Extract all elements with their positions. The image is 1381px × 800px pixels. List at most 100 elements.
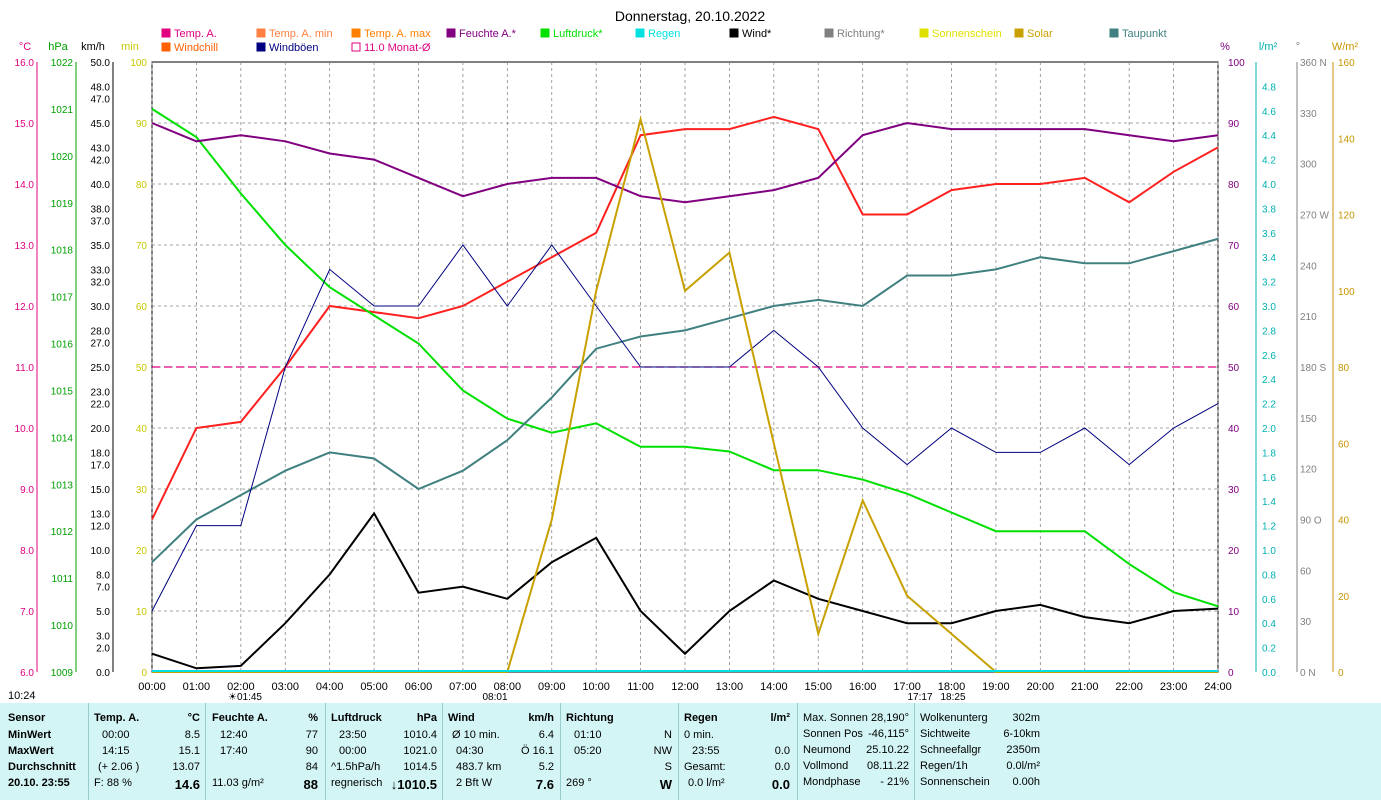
hum-now-label: 11.03 g/m² — [212, 777, 264, 789]
wind-r1-label: Ø 10 min. — [452, 729, 500, 741]
tick-x-time: 15:00 — [804, 681, 832, 693]
tick-kmh: 28.0 — [91, 326, 111, 337]
tick-lm2: 0.2 — [1262, 644, 1276, 655]
tick-x-time: 23:00 — [1160, 681, 1188, 693]
legend-swatch — [919, 28, 929, 38]
tick-percent: 0 — [1228, 668, 1234, 679]
tick-min: 100 — [130, 58, 147, 69]
wind-r3-val: 5.2 — [538, 761, 554, 773]
tick-kmh: 23.0 — [91, 387, 111, 398]
temp-now-label: F: 88 % — [94, 777, 132, 789]
hum-title: Feuchte A. — [212, 712, 268, 724]
tick-lm2: 3.2 — [1262, 278, 1276, 289]
tick-wm2: 60 — [1338, 439, 1350, 450]
tick-deg: 0 N — [1300, 668, 1316, 679]
press-max-time: 00:00 — [339, 745, 367, 757]
press-min-time: 23:50 — [339, 729, 367, 741]
tick-percent: 30 — [1228, 485, 1240, 496]
wind-r3-label: 483.7 km — [456, 761, 502, 773]
tick-kmh: 0.0 — [96, 668, 110, 679]
legend-label: 11.0 Monat-Ø — [364, 42, 431, 54]
tick-hpa: 1011 — [51, 574, 73, 585]
tick-kmh: 45.0 — [91, 119, 111, 130]
tick-celsius: 13.0 — [15, 241, 35, 252]
tick-kmh: 43.0 — [91, 143, 111, 154]
legend-swatch — [1109, 28, 1119, 38]
tick-lm2: 1.8 — [1262, 448, 1276, 459]
x-marker-label: 18:25 — [940, 692, 965, 703]
tick-celsius: 16.0 — [15, 58, 35, 69]
tick-min: 10 — [136, 607, 148, 618]
temp-avg-val: 13.07 — [172, 761, 200, 773]
axis-unit-percent: % — [1220, 41, 1230, 53]
tick-percent: 40 — [1228, 424, 1240, 435]
legend-label: Temp. A. min — [269, 28, 333, 40]
tick-celsius: 7.0 — [20, 607, 34, 618]
cloud-4-label: Sonnenschein — [920, 776, 990, 788]
legend-label: Feuchte A.* — [459, 28, 517, 40]
axis-unit-min: min — [121, 41, 139, 53]
tick-kmh: 27.0 — [91, 339, 111, 350]
tick-percent: 60 — [1228, 302, 1240, 313]
header-min: MinWert — [8, 729, 52, 741]
cloud-2-value: 2350m — [1006, 744, 1040, 756]
dir-r2-val: NW — [653, 745, 672, 757]
tick-lm2: 2.6 — [1262, 351, 1276, 362]
tick-hpa: 1013 — [51, 480, 74, 491]
legend-label: Taupunkt — [1122, 28, 1167, 40]
tick-x-time: 09:00 — [538, 681, 566, 693]
press-now-val: ↓1010.5 — [390, 777, 437, 792]
tick-kmh: 12.0 — [91, 522, 111, 533]
tick-lm2: 0.0 — [1262, 668, 1276, 679]
tick-celsius: 15.0 — [15, 119, 35, 130]
tick-min: 50 — [136, 363, 148, 374]
tick-lm2: 0.4 — [1262, 619, 1276, 630]
tick-kmh: 8.0 — [96, 570, 110, 581]
legend-swatch — [729, 28, 739, 38]
press-max-val: 1021.0 — [403, 745, 437, 757]
x-axis-labels: 00:00 01:00 02:00 03:00 04:00 05:00 06:00 07:00… — [138, 681, 1232, 693]
astro-3-label: Vollmond — [803, 760, 849, 772]
axis-unit-hpa: hPa — [48, 41, 68, 53]
tick-x-time: 11:00 — [627, 681, 654, 693]
wind-unit: km/h — [528, 712, 554, 724]
tick-x-time: 16:00 — [849, 681, 877, 693]
side-label-left-bottom: 10:24 — [8, 690, 36, 702]
tick-kmh: 15.0 — [91, 485, 111, 496]
tick-kmh: 5.0 — [96, 607, 110, 618]
press-now-label: regnerisch — [331, 777, 383, 789]
tick-wm2: 20 — [1338, 592, 1350, 603]
x-marker-label: ☀01:45 — [228, 692, 262, 703]
tick-deg: 360 N — [1300, 58, 1327, 69]
tick-lm2: 0.6 — [1262, 595, 1276, 606]
rain-unit: l/m² — [770, 712, 790, 724]
press-title: Luftdruck — [331, 712, 382, 724]
tick-kmh: 37.0 — [91, 217, 111, 228]
tick-percent: 10 — [1228, 607, 1240, 618]
tick-deg: 300 — [1300, 160, 1317, 171]
press-min-val: 1010.4 — [403, 729, 437, 741]
tick-hpa: 1016 — [51, 340, 74, 351]
tick-kmh: 2.0 — [96, 644, 110, 655]
legend-label: Windchill — [174, 42, 218, 54]
tick-lm2: 4.6 — [1262, 107, 1276, 118]
legend-swatch — [446, 28, 456, 38]
dir-title: Richtung — [566, 712, 614, 724]
tick-celsius: 14.0 — [15, 180, 35, 191]
legend-swatch — [161, 42, 171, 52]
tick-kmh: 32.0 — [91, 278, 111, 289]
tick-wm2: 140 — [1338, 134, 1355, 145]
chart-title: Donnerstag, 20.10.2022 — [615, 8, 765, 24]
tick-kmh: 42.0 — [91, 156, 111, 167]
hum-avg-val: 84 — [305, 761, 318, 773]
tick-deg: 150 — [1300, 414, 1317, 425]
tick-percent: 80 — [1228, 180, 1240, 191]
tick-kmh: 40.0 — [91, 180, 111, 191]
tick-celsius: 10.0 — [15, 424, 35, 435]
tick-hpa: 1017 — [51, 293, 74, 304]
tick-celsius: 12.0 — [15, 302, 35, 313]
dir-r1-label: 01:10 — [574, 729, 602, 741]
tick-wm2: 160 — [1338, 58, 1355, 69]
legend-swatch — [1014, 28, 1024, 38]
tick-x-time: 07:00 — [449, 681, 477, 693]
